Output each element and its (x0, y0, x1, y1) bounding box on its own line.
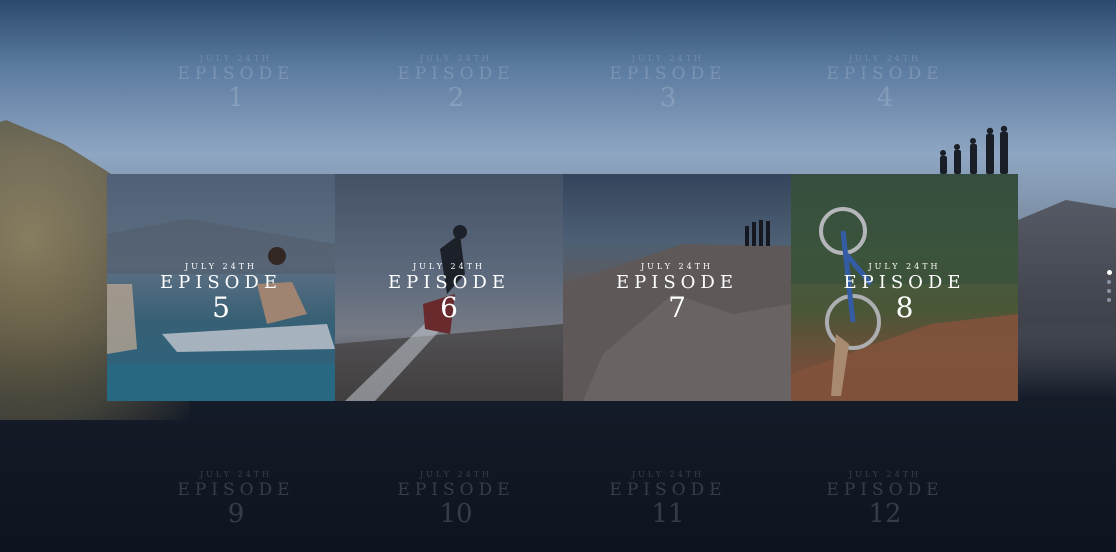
episode-date: JULY 24TH (419, 54, 493, 63)
episode-date: JULY 24TH (199, 470, 273, 479)
episode-number: 9 (227, 499, 245, 529)
pager-dot-1[interactable] (1106, 270, 1112, 275)
pager-dot-3[interactable] (1107, 289, 1111, 293)
episode-ghost-10[interactable]: JULY 24TH EPISODE 10 (381, 470, 531, 528)
episode-label: JULY 24TH EPISODE 6 (335, 262, 563, 323)
episode-word: EPISODE (826, 64, 944, 84)
episode-date: JULY 24TH (419, 470, 493, 479)
episode-word: EPISODE (615, 272, 739, 293)
episode-word: EPISODE (397, 64, 515, 84)
episode-label: JULY 24TH EPISODE 7 (563, 262, 791, 323)
episode-number: 12 (868, 499, 902, 529)
episode-date: JULY 24TH (868, 262, 941, 271)
episode-ghost-2[interactable]: JULY 24TH EPISODE 2 (381, 54, 531, 112)
episode-date: JULY 24TH (631, 470, 705, 479)
episode-ghost-9[interactable]: JULY 24TH EPISODE 9 (161, 470, 311, 528)
episode-word: EPISODE (843, 272, 966, 293)
episode-date: JULY 24TH (640, 262, 714, 271)
episode-tile-7[interactable]: JULY 24TH EPISODE 7 (563, 174, 791, 401)
episode-date: JULY 24TH (412, 262, 486, 271)
episode-date: JULY 24TH (199, 54, 273, 63)
pager-dots (1106, 270, 1112, 307)
episode-tile-5[interactable]: JULY 24TH EPISODE 5 (107, 174, 335, 401)
episode-word: EPISODE (387, 272, 511, 293)
episode-date: JULY 24TH (631, 54, 705, 63)
episode-number: 6 (440, 291, 458, 324)
episode-word: EPISODE (159, 272, 283, 293)
episode-label: JULY 24TH EPISODE 5 (107, 262, 335, 323)
episode-date: JULY 24TH (848, 470, 922, 479)
episode-number: 4 (876, 83, 894, 113)
episode-tiles-row: JULY 24TH EPISODE 5 JULY 24TH EPISODE 6 (107, 174, 1018, 401)
episode-ghost-12[interactable]: JULY 24TH EPISODE 12 (810, 470, 960, 528)
episode-ghost-1[interactable]: JULY 24TH EPISODE 1 (161, 54, 311, 112)
right-hillside (1006, 200, 1116, 400)
pager-dot-4[interactable] (1107, 298, 1111, 302)
group-of-people-silhouette (940, 125, 1008, 174)
episode-date: JULY 24TH (848, 54, 922, 63)
episode-number: 1 (227, 83, 245, 113)
episode-ghost-4[interactable]: JULY 24TH EPISODE 4 (810, 54, 960, 112)
episode-number: 5 (212, 291, 230, 324)
episode-number: 11 (651, 499, 685, 529)
episode-word: EPISODE (609, 64, 727, 84)
pager-dot-2[interactable] (1107, 280, 1111, 284)
episode-number: 7 (668, 291, 686, 324)
episode-label: JULY 24TH EPISODE 8 (791, 262, 1018, 323)
episode-word: EPISODE (826, 480, 944, 500)
episode-tile-8[interactable]: JULY 24TH EPISODE 8 (791, 174, 1018, 401)
episode-number: 3 (659, 83, 677, 113)
episode-word: EPISODE (177, 64, 295, 84)
episode-ghost-11[interactable]: JULY 24TH EPISODE 11 (593, 470, 743, 528)
episode-number: 8 (895, 291, 914, 324)
episode-tile-6[interactable]: JULY 24TH EPISODE 6 (335, 174, 563, 401)
episode-word: EPISODE (609, 480, 727, 500)
episode-word: EPISODE (397, 480, 515, 500)
episode-number: 10 (439, 499, 473, 529)
episode-ghost-3[interactable]: JULY 24TH EPISODE 3 (593, 54, 743, 112)
episode-date: JULY 24TH (184, 262, 258, 271)
episode-word: EPISODE (177, 480, 295, 500)
episode-number: 2 (447, 83, 465, 113)
